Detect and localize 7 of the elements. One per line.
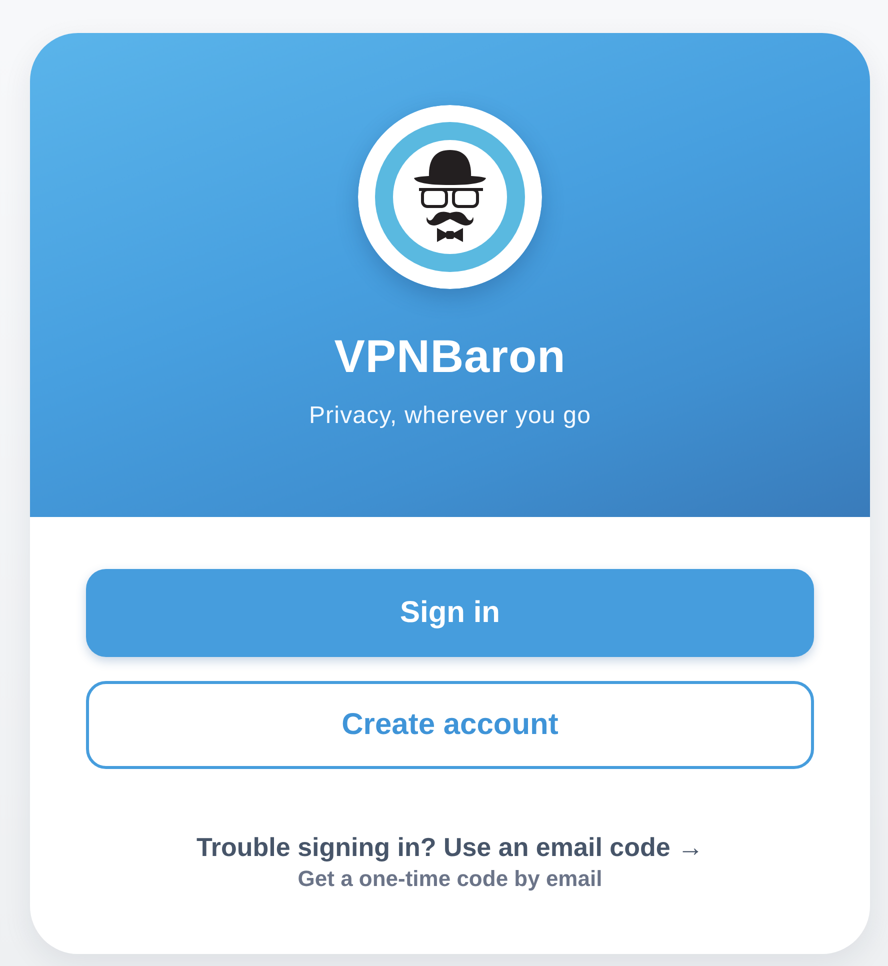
- app-tagline: Privacy, wherever you go: [308, 401, 592, 431]
- create-account-button[interactable]: Create account: [86, 681, 814, 769]
- sign-in-button[interactable]: Sign in: [86, 569, 814, 657]
- email-code-hint: Get a one-time code by email: [298, 865, 602, 893]
- gentleman-logo-icon: [358, 105, 542, 289]
- email-code-link[interactable]: Trouble signing in? Use an email code →: [196, 831, 704, 863]
- app-title: VPNBaron: [334, 329, 566, 383]
